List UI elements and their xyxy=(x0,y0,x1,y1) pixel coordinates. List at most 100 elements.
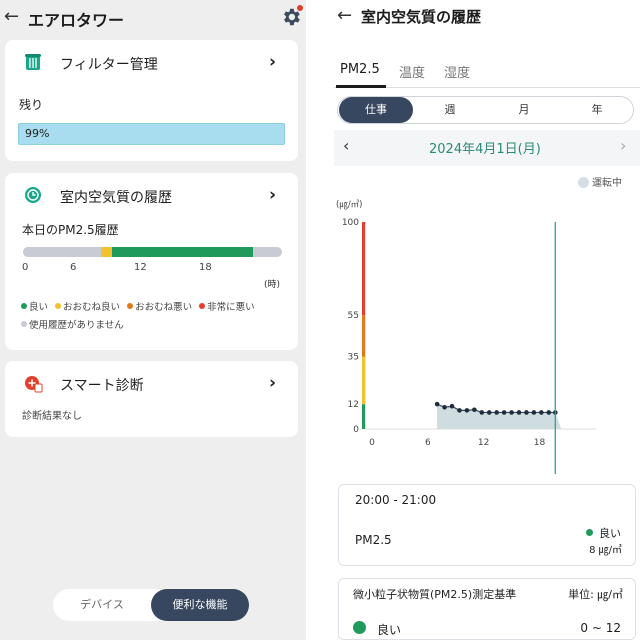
page-title: エアロタワー xyxy=(28,11,125,30)
pm25-point xyxy=(531,410,537,415)
good-level-dot xyxy=(353,621,366,634)
filter-remaining-label: 残り xyxy=(19,98,44,112)
pm25-point xyxy=(539,410,544,415)
timeline-tick: 0 xyxy=(22,262,29,273)
back-arrow-icon[interactable]: ← xyxy=(337,7,352,25)
filter-icon xyxy=(23,52,43,72)
chevron-right-icon[interactable]: › xyxy=(269,373,276,393)
history-clock-icon xyxy=(23,185,43,205)
standard-level-label: 良い xyxy=(377,623,402,637)
smart-diagnosis-card[interactable]: スマート診断 › 診断結果なし xyxy=(5,361,298,437)
current-date: 2024年4月1日(月) xyxy=(429,142,541,157)
diagnosis-result-text: 診断結果なし xyxy=(22,411,82,422)
pm25-point xyxy=(464,408,470,413)
device-pane: ← エアロタワー フィルター管理 › 残り 99% 室内空気質の履歴 › 本日の… xyxy=(0,0,306,640)
standard-level-range: 0 ~ 12 xyxy=(580,621,621,635)
legend-item: 非常に悪い xyxy=(199,299,255,313)
period-week[interactable]: 週 xyxy=(413,97,487,123)
y-unit-label: (㎍/㎥) xyxy=(336,200,363,210)
tab-pm25[interactable]: PM2.5 xyxy=(340,62,380,77)
next-date-button[interactable]: › xyxy=(620,136,626,155)
date-navigator: ‹ 2024年4月1日(月) › xyxy=(334,130,640,166)
timeline-legend: 良い おおむね良い おおむね悪い 非常に悪い xyxy=(21,299,291,313)
tab-temperature[interactable]: 温度 xyxy=(399,62,425,81)
air-history-card[interactable]: 室内空気質の履歴 › 本日のPM2.5履歴 0 6 12 18 (時) 良い お… xyxy=(5,173,298,350)
pm25-point xyxy=(434,401,440,407)
aqi-band xyxy=(362,404,365,429)
x-tick-label: 18 xyxy=(534,438,546,448)
pm25-point xyxy=(442,404,447,410)
timeline-segment-moderate xyxy=(101,247,112,257)
legend-item: おおむね良い xyxy=(55,299,120,313)
standard-title: 微小粒子状物質(PM2.5)測定基準 xyxy=(353,588,517,601)
bottom-segment-toggle: デバイス 便利な機能 xyxy=(53,589,249,621)
pm25-point xyxy=(449,403,455,409)
back-arrow-icon[interactable]: ← xyxy=(4,8,19,26)
y-tick-label: 12 xyxy=(348,400,359,410)
period-year[interactable]: 年 xyxy=(560,97,634,123)
air-history-card-title: 室内空気質の履歴 xyxy=(60,190,172,206)
x-tick-label: 0 xyxy=(369,438,375,448)
timeline-legend-row2: 使用履歴がありません xyxy=(21,317,291,331)
y-tick-label: 55 xyxy=(348,311,359,321)
pm25-point xyxy=(501,410,507,415)
pm25-point xyxy=(509,410,514,415)
hour-detail-card: 20:00 - 21:00 PM2.5 良い 8 ㎍/㎥ xyxy=(338,484,636,566)
smart-diagnosis-card-header[interactable]: スマート診断 › xyxy=(5,361,298,405)
pm25-point xyxy=(516,410,522,415)
pm25-chart-area: (㎍/㎥) 0 12 35 55 100 0 6 12 18 xyxy=(334,166,640,478)
prev-date-button[interactable]: ‹ xyxy=(343,136,349,155)
app-header: ← エアロタワー xyxy=(0,0,306,36)
x-tick-label: 6 xyxy=(425,438,431,448)
chevron-right-icon[interactable]: › xyxy=(269,185,276,205)
timeline-segment-good xyxy=(112,247,253,257)
pm25-point xyxy=(479,410,485,415)
filter-card[interactable]: フィルター管理 › 残り 99% xyxy=(5,40,298,161)
pm25-line-chart: (㎍/㎥) 0 12 35 55 100 0 6 12 18 xyxy=(336,200,596,478)
today-pm25-label: 本日のPM2.5履歴 xyxy=(22,223,119,237)
filter-card-title: フィルター管理 xyxy=(60,57,158,73)
timeline-segment-good-light xyxy=(23,247,101,257)
running-legend-swatch xyxy=(578,177,589,188)
pm25-standard-card: 微小粒子状物質(PM2.5)測定基準 単位: ㎍/㎥ 良い 0 ~ 12 xyxy=(338,578,636,640)
pm25-point xyxy=(472,407,477,413)
aqi-band xyxy=(362,356,365,405)
toggle-device[interactable]: デバイス xyxy=(53,589,151,621)
x-tick-label: 12 xyxy=(478,438,489,448)
detail-value: 8 ㎍/㎥ xyxy=(589,545,622,556)
air-history-pane: ← 室内空気質の履歴 PM2.5 温度 湿度 仕事 週 月 年 ‹ 2024年4… xyxy=(334,0,640,640)
tab-humidity[interactable]: 湿度 xyxy=(444,62,470,81)
legend-item: 良い xyxy=(21,299,48,313)
history-page-title: 室内空気質の履歴 xyxy=(361,8,482,26)
aqi-band xyxy=(362,315,365,357)
pm25-point xyxy=(546,410,552,415)
notification-dot xyxy=(297,5,303,11)
settings-button[interactable] xyxy=(280,5,303,28)
y-tick-label: 0 xyxy=(353,425,359,435)
metric-tabs: PM2.5 温度 湿度 xyxy=(334,58,640,88)
timeline-tick: 18 xyxy=(199,262,212,273)
running-legend: 運転中 xyxy=(578,174,622,189)
period-month[interactable]: 月 xyxy=(487,97,561,123)
pm25-point xyxy=(524,410,529,415)
timeline-tick: 12 xyxy=(134,262,147,273)
pane-divider xyxy=(306,0,334,640)
pm25-point xyxy=(486,410,492,415)
status-dot xyxy=(586,529,593,536)
smart-diagnosis-title: スマート診断 xyxy=(60,378,144,394)
detail-time-range: 20:00 - 21:00 xyxy=(355,493,437,507)
legend-item: 使用履歴がありません xyxy=(21,317,124,331)
toggle-useful-features[interactable]: 便利な機能 xyxy=(151,589,249,621)
chevron-right-icon[interactable]: › xyxy=(269,52,276,72)
filter-remaining-value: 99% xyxy=(25,127,50,140)
detail-status: 良い xyxy=(586,525,621,541)
air-history-card-header[interactable]: 室内空気質の履歴 › xyxy=(5,173,298,217)
period-day[interactable]: 仕事 xyxy=(339,97,413,123)
y-tick-label: 35 xyxy=(348,353,359,363)
timeline-unit: (時) xyxy=(264,280,281,290)
standard-unit: 単位: ㎍/㎥ xyxy=(568,588,623,601)
filter-card-header[interactable]: フィルター管理 › xyxy=(5,40,298,84)
period-selector: 仕事 週 月 年 xyxy=(337,96,634,124)
active-tab-indicator xyxy=(336,85,386,88)
y-tick-label: 100 xyxy=(342,218,359,228)
